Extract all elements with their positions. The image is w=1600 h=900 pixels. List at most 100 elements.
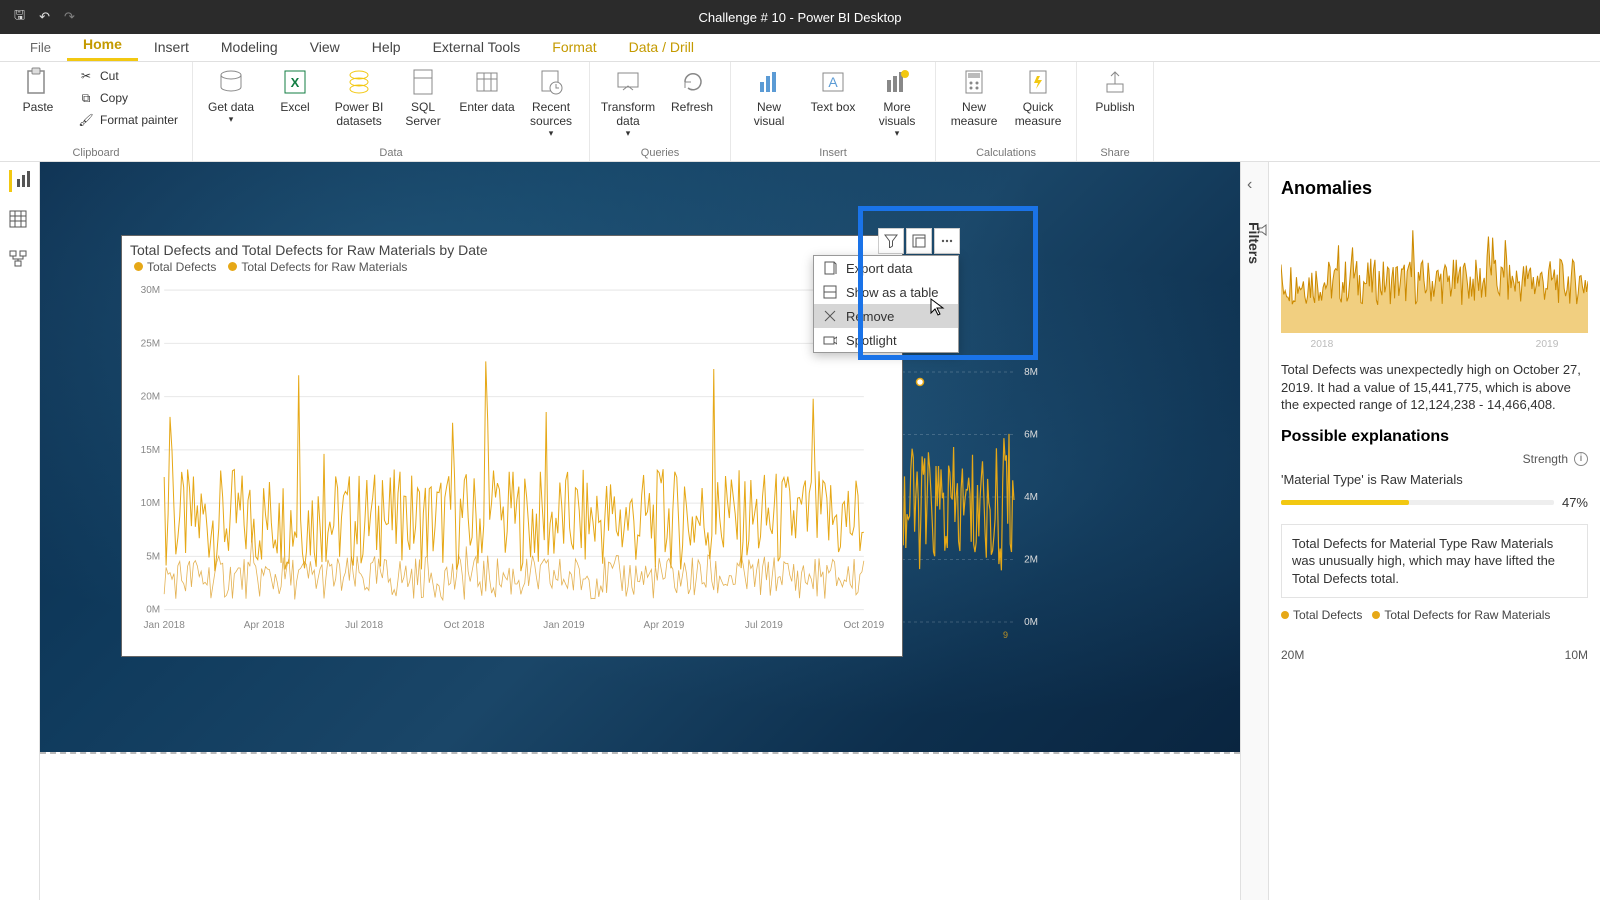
publish-button[interactable]: Publish: [1087, 66, 1143, 114]
paste-button[interactable]: Paste: [10, 66, 66, 114]
svg-text:Jan 2018: Jan 2018: [144, 620, 186, 631]
visual-more-options-icon[interactable]: Export data Show as a table Remove Spotl…: [934, 228, 960, 254]
transform-data-button[interactable]: Transform data▾: [600, 66, 656, 139]
ribbon-group-calculations: New measure Quick measure Calculations: [936, 62, 1077, 161]
svg-text:6M: 6M: [1024, 430, 1038, 441]
visual-header-buttons: Export data Show as a table Remove Spotl…: [878, 228, 960, 254]
refresh-icon: [676, 66, 708, 98]
info-icon[interactable]: i: [1574, 452, 1588, 466]
tab-file[interactable]: File: [14, 34, 67, 61]
save-icon[interactable]: 🖫: [14, 6, 25, 28]
tab-external-tools[interactable]: External Tools: [417, 33, 537, 61]
pbi-datasets-button[interactable]: Power BI datasets: [331, 66, 387, 128]
enter-data-button[interactable]: Enter data: [459, 66, 515, 114]
explanation-mini-legend: Total Defects Total Defects for Raw Mate…: [1281, 608, 1588, 622]
tab-data-drill[interactable]: Data / Drill: [613, 33, 710, 61]
format-painter-icon: 🖌: [78, 112, 94, 128]
report-view-icon[interactable]: [9, 170, 31, 192]
tab-insert[interactable]: Insert: [138, 33, 205, 61]
filters-collapse-chevron-icon[interactable]: ‹: [1247, 176, 1252, 194]
ribbon-group-share: Publish Share: [1077, 62, 1154, 161]
new-measure-button[interactable]: New measure: [946, 66, 1002, 128]
anomalies-pane: Anomalies 20182019 Total Defects was une…: [1268, 162, 1600, 900]
more-visuals-button[interactable]: More visuals▾: [869, 66, 925, 139]
svg-text:Jul 2018: Jul 2018: [345, 620, 383, 631]
explanation-1-label[interactable]: 'Material Type' is Raw Materials: [1281, 472, 1588, 487]
svg-text:9: 9: [1003, 630, 1008, 640]
svg-text:Oct 2019: Oct 2019: [843, 620, 884, 631]
svg-text:Jul 2019: Jul 2019: [745, 620, 783, 631]
explanation-1-strength: 47%: [1281, 495, 1588, 510]
text-box-button[interactable]: AText box: [805, 66, 861, 114]
undo-icon[interactable]: ↶: [39, 9, 50, 25]
tab-help[interactable]: Help: [356, 33, 417, 61]
get-data-icon: [215, 66, 247, 98]
svg-text:Jan 2019: Jan 2019: [543, 620, 585, 631]
cursor-icon: [930, 298, 946, 314]
anomalies-header: Anomalies: [1281, 178, 1588, 199]
legend-item-2[interactable]: Total Defects for Raw Materials: [228, 260, 407, 274]
quick-measure-icon: [1022, 66, 1054, 98]
chart-visual[interactable]: Total Defects and Total Defects for Raw …: [122, 236, 902, 656]
menu-export-data[interactable]: Export data: [814, 256, 958, 280]
get-data-button[interactable]: Get data▾: [203, 66, 259, 125]
copy-icon: ⧉: [78, 90, 94, 106]
quick-measure-button[interactable]: Quick measure: [1010, 66, 1066, 128]
filters-label[interactable]: Filters: [1246, 222, 1262, 264]
redo-icon[interactable]: ↷: [64, 9, 75, 25]
publish-icon: [1099, 66, 1131, 98]
svg-text:2M: 2M: [1024, 555, 1038, 566]
format-painter-button[interactable]: 🖌Format painter: [74, 110, 182, 130]
excel-button[interactable]: XExcel: [267, 66, 323, 114]
new-visual-button[interactable]: New visual: [741, 66, 797, 128]
svg-text:0M: 0M: [146, 605, 160, 616]
text-box-icon: A: [817, 66, 849, 98]
visual-filter-icon[interactable]: [878, 228, 904, 254]
tab-format[interactable]: Format: [536, 33, 612, 61]
paste-icon: [22, 66, 54, 98]
data-group-label: Data: [203, 145, 579, 159]
report-canvas[interactable]: Total Defects and Total Defects for Raw …: [40, 162, 1240, 900]
remove-icon: [822, 308, 838, 324]
svg-text:2018: 2018: [1311, 339, 1334, 350]
possible-explanations-header: Possible explanations: [1281, 428, 1588, 446]
tab-view[interactable]: View: [294, 33, 356, 61]
enter-data-icon: [471, 66, 503, 98]
ribbon-group-clipboard: Paste ✂Cut ⧉Copy 🖌Format painter Clipboa…: [0, 62, 193, 161]
export-data-icon: [822, 260, 838, 276]
anomaly-description: Total Defects was unexpectedly high on O…: [1281, 361, 1588, 414]
recent-sources-button[interactable]: Recent sources▾: [523, 66, 579, 139]
legend-item-1[interactable]: Total Defects: [134, 260, 216, 274]
cut-button[interactable]: ✂Cut: [74, 66, 182, 86]
svg-text:20M: 20M: [141, 392, 161, 403]
mini-legend-2: Total Defects for Raw Materials: [1372, 608, 1550, 622]
sql-server-button[interactable]: SQL Server: [395, 66, 451, 128]
tab-home[interactable]: Home: [67, 30, 138, 61]
tab-modeling[interactable]: Modeling: [205, 33, 294, 61]
menu-spotlight[interactable]: Spotlight: [814, 328, 958, 352]
model-view-icon[interactable]: [9, 250, 31, 272]
svg-text:8M: 8M: [1024, 367, 1038, 378]
secondary-chart-visual[interactable]: 8M6M4M2M0M9: [902, 362, 1042, 642]
svg-text:X: X: [291, 75, 300, 90]
new-measure-icon: [958, 66, 990, 98]
anomalies-mini-chart: 20182019: [1281, 211, 1588, 351]
refresh-button[interactable]: Refresh: [664, 66, 720, 114]
data-view-icon[interactable]: [9, 210, 31, 232]
more-visuals-icon: [881, 66, 913, 98]
excel-icon: X: [279, 66, 311, 98]
filters-pane: ‹ Filters: [1240, 162, 1268, 900]
show-as-table-icon: [822, 284, 838, 300]
strength-label-row: Strength i: [1281, 452, 1588, 466]
view-rail: [0, 162, 40, 900]
svg-text:25M: 25M: [141, 338, 161, 349]
insert-group-label: Insert: [741, 145, 925, 159]
visual-focus-icon[interactable]: [906, 228, 932, 254]
pbi-datasets-icon: [343, 66, 375, 98]
ribbon-tabs: File Home Insert Modeling View Help Exte…: [0, 34, 1600, 62]
chart-legend: Total Defects Total Defects for Raw Mate…: [122, 260, 902, 278]
queries-group-label: Queries: [600, 145, 720, 159]
svg-text:A: A: [828, 74, 838, 90]
copy-button[interactable]: ⧉Copy: [74, 88, 182, 108]
svg-text:5M: 5M: [146, 551, 160, 562]
